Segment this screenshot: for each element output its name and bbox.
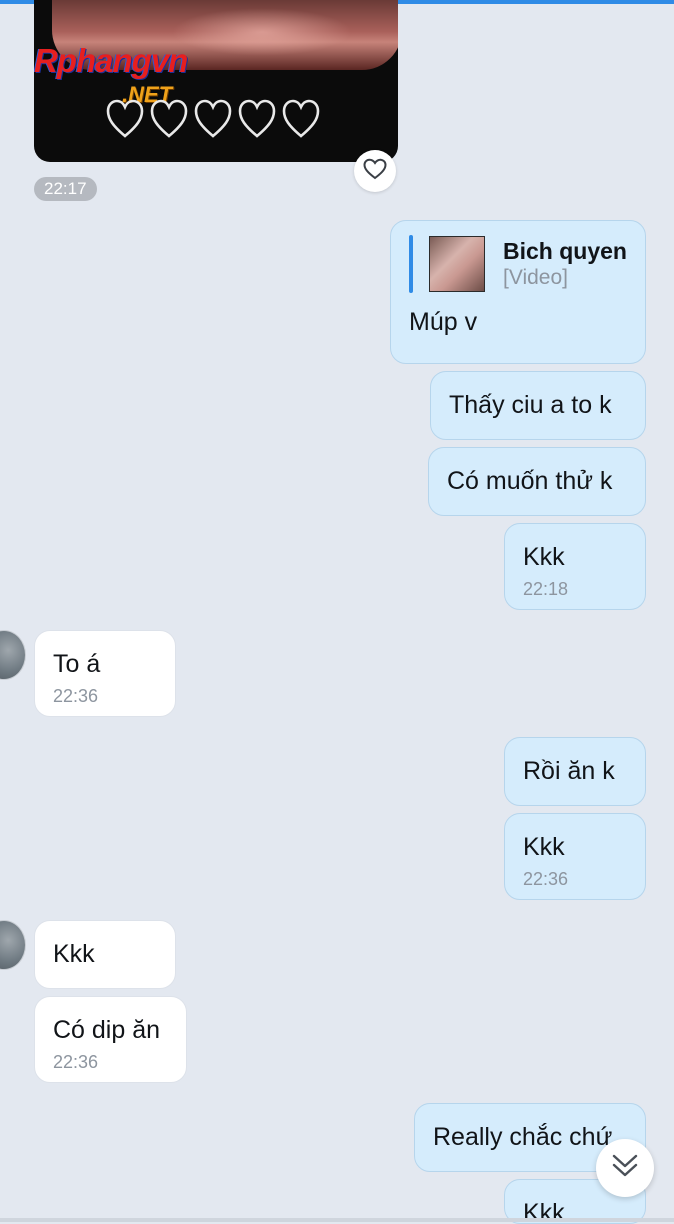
- message-text: Rồi ăn k: [523, 757, 615, 785]
- quote-thumbnail: [429, 236, 485, 292]
- quote-accent-bar: [409, 235, 413, 293]
- scroll-to-bottom-button[interactable]: [596, 1139, 654, 1197]
- message-timestamp: 22:18: [523, 579, 569, 599]
- watermark-heart-icon: [194, 98, 232, 145]
- media-message[interactable]: Rphangvn .NET: [34, 0, 398, 162]
- message-text: Có dip ăn: [53, 1016, 161, 1044]
- contact-avatar[interactable]: [0, 920, 26, 970]
- message-text: Có muốn thử k: [447, 467, 613, 495]
- quote-sender-name: Bich quyen: [503, 238, 627, 264]
- double-chevron-down-icon: [611, 1153, 639, 1184]
- heart-icons-row: [106, 98, 320, 145]
- message-bubble[interactable]: Có muốn thử k: [428, 447, 646, 516]
- message-timestamp: 22:36: [53, 1052, 99, 1072]
- watermark-heart-icon: [150, 98, 188, 145]
- message-text: Really chắc chứ: [433, 1123, 613, 1151]
- message-text: Kkk: [523, 543, 565, 571]
- message-bubble[interactable]: Có dip ăn 22:36: [34, 996, 187, 1083]
- watermark-heart-icon: [238, 98, 276, 145]
- watermark-heart-icon: [106, 98, 144, 145]
- message-timestamp: 22:36: [523, 869, 569, 889]
- watermark-logo: Rphangvn: [34, 42, 188, 79]
- heart-outline-icon: [363, 158, 387, 185]
- message-bubble[interactable]: Kkk: [34, 920, 176, 989]
- media-timestamp: 22:17: [34, 177, 97, 201]
- message-bubble-reply[interactable]: Bich quyen [Video] Múp v: [390, 220, 646, 364]
- like-button[interactable]: [354, 150, 396, 192]
- message-bubble[interactable]: Thấy ciu a to k: [430, 371, 646, 440]
- watermark-heart-icon: [282, 98, 320, 145]
- bottom-divider: [0, 1218, 674, 1222]
- contact-avatar[interactable]: [0, 630, 26, 680]
- message-text: Thấy ciu a to k: [449, 391, 612, 419]
- message-bubble[interactable]: Kkk 22:18: [504, 523, 646, 610]
- message-text: Múp v: [409, 308, 478, 336]
- message-bubble[interactable]: To á 22:36: [34, 630, 176, 717]
- message-text: Kkk: [523, 833, 565, 861]
- quote-media-type: [Video]: [503, 266, 568, 289]
- message-text: To á: [53, 650, 101, 678]
- message-timestamp: 22:36: [53, 686, 99, 706]
- message-bubble[interactable]: Kkk 22:36: [504, 813, 646, 900]
- message-bubble[interactable]: Rồi ăn k: [504, 737, 646, 806]
- quoted-message[interactable]: Bich quyen [Video]: [409, 235, 627, 293]
- message-text: Kkk: [53, 940, 95, 968]
